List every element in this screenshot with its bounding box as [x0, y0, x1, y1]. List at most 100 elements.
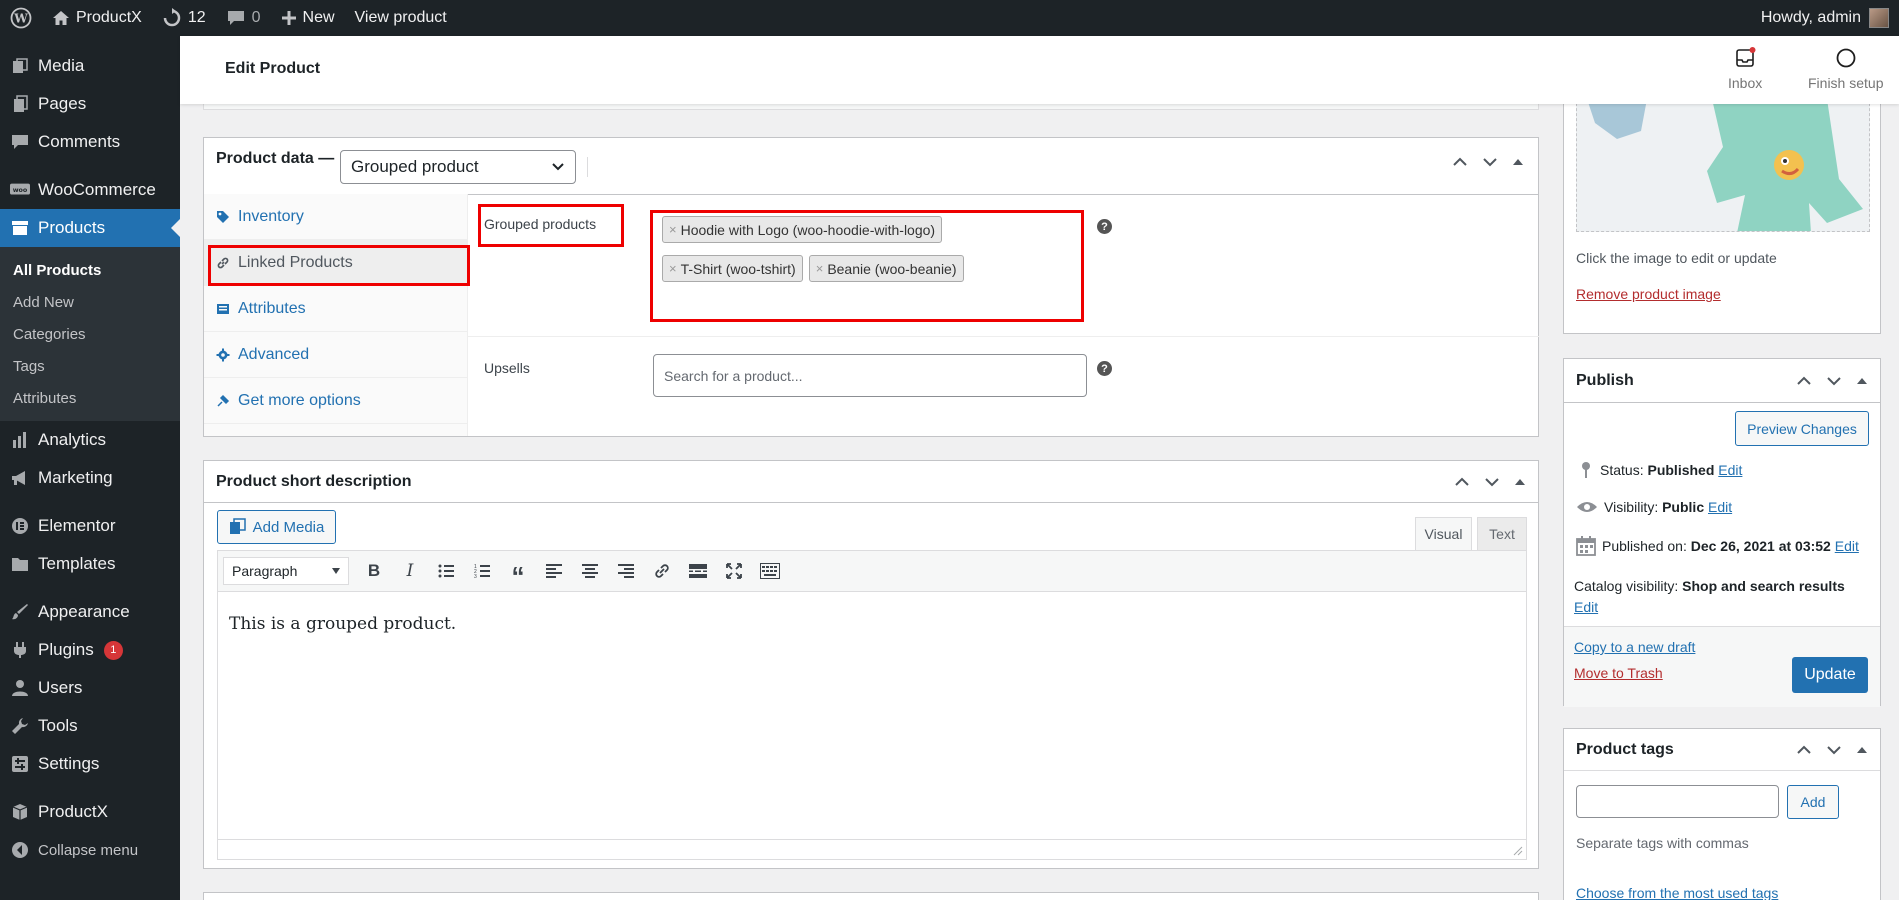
view-product-link[interactable]: View product — [345, 0, 457, 36]
move-to-trash-link[interactable]: Move to Trash — [1574, 665, 1663, 681]
remove-token-icon[interactable]: × — [669, 261, 677, 276]
tab-visual[interactable]: Visual — [1415, 517, 1472, 550]
collapse-menu-button[interactable]: Collapse menu — [0, 831, 180, 869]
insert-link-icon[interactable] — [647, 556, 677, 586]
submenu-add-new[interactable]: Add New — [0, 286, 180, 318]
edit-catalog-visibility-link[interactable]: Edit — [1574, 599, 1598, 615]
comments-link[interactable]: 0 — [216, 0, 271, 36]
menu-item-products[interactable]: Products — [0, 209, 180, 247]
toggle-panel-icon[interactable] — [1512, 156, 1524, 168]
update-button[interactable]: Update — [1792, 657, 1868, 693]
product-image[interactable] — [1576, 98, 1870, 232]
align-center-icon[interactable] — [575, 556, 605, 586]
toggle-panel-icon[interactable] — [1514, 476, 1526, 488]
submenu-tags[interactable]: Tags — [0, 350, 180, 382]
product-tags-header[interactable]: Product tags — [1564, 729, 1880, 771]
remove-product-image-link[interactable]: Remove product image — [1576, 286, 1721, 302]
menu-item-tools[interactable]: Tools — [0, 707, 180, 745]
edit-visibility-link[interactable]: Edit — [1708, 499, 1732, 515]
submenu-attributes[interactable]: Attributes — [0, 382, 180, 414]
bulleted-list-icon[interactable] — [431, 556, 461, 586]
menu-item-settings[interactable]: Settings — [0, 745, 180, 783]
menu-item-comments[interactable]: Comments — [0, 123, 180, 161]
read-more-icon[interactable] — [683, 556, 713, 586]
resize-handle-icon[interactable] — [1513, 846, 1523, 856]
submenu-all-products[interactable]: All Products — [0, 254, 180, 286]
menu-item-templates[interactable]: Templates — [0, 545, 180, 583]
remove-token-icon[interactable]: × — [816, 261, 824, 276]
inbox-button[interactable]: Inbox — [1728, 46, 1762, 91]
finish-setup-button[interactable]: Finish setup — [1808, 46, 1883, 91]
tag-input[interactable] — [1576, 785, 1779, 818]
updates-link[interactable]: 12 — [152, 0, 216, 36]
move-down-icon[interactable] — [1826, 373, 1842, 389]
choose-most-used-tags-link[interactable]: Choose from the most used tags — [1576, 885, 1778, 900]
upsells-search-input[interactable]: Search for a product... — [653, 354, 1087, 397]
align-left-icon[interactable] — [539, 556, 569, 586]
menu-item-plugins[interactable]: Plugins 1 — [0, 631, 180, 669]
menu-item-woocommerce[interactable]: woo WooCommerce — [0, 171, 180, 209]
tab-advanced[interactable]: Advanced — [204, 332, 467, 378]
menu-item-appearance[interactable]: Appearance — [0, 593, 180, 631]
edit-status-link[interactable]: Edit — [1718, 462, 1742, 478]
menu-item-users[interactable]: Users — [0, 669, 180, 707]
move-down-icon[interactable] — [1826, 742, 1842, 758]
move-up-icon[interactable] — [1452, 154, 1468, 170]
copy-to-draft-link[interactable]: Copy to a new draft — [1574, 639, 1695, 655]
add-media-button[interactable]: Add Media — [217, 510, 336, 544]
product-type-select[interactable]: Grouped product — [340, 150, 576, 184]
link-icon — [217, 257, 229, 268]
help-icon[interactable]: ? — [1097, 361, 1112, 376]
format-select[interactable]: Paragraph — [223, 557, 349, 585]
grouped-product-token[interactable]: × Hoodie with Logo (woo-hoodie-with-logo) — [662, 216, 943, 243]
edit-date-link[interactable]: Edit — [1835, 538, 1859, 554]
menu-item-analytics[interactable]: Analytics — [0, 421, 180, 459]
toolbar-toggle-icon[interactable] — [755, 556, 785, 586]
grouped-product-token[interactable]: × Beanie (woo-beanie) — [808, 255, 964, 282]
align-right-icon[interactable] — [611, 556, 641, 586]
short-description-header[interactable]: Product short description — [204, 461, 1538, 503]
menu-item-elementor[interactable]: Elementor — [0, 507, 180, 545]
admin-menu: Media Pages Comments woo WooCommerce Pro… — [0, 36, 180, 900]
move-up-icon[interactable] — [1796, 373, 1812, 389]
tab-get-more-options[interactable]: Get more options — [204, 378, 467, 424]
wp-logo-button[interactable]: W — [0, 0, 42, 36]
submenu-categories[interactable]: Categories — [0, 318, 180, 350]
marketing-icon — [10, 468, 30, 488]
my-account[interactable]: Howdy, admin — [1761, 8, 1899, 28]
move-up-icon[interactable] — [1454, 474, 1470, 490]
site-name-link[interactable]: ProductX — [42, 0, 152, 36]
grouped-products-field[interactable]: × Hoodie with Logo (woo-hoodie-with-logo)… — [656, 216, 1090, 320]
folder-icon — [10, 554, 30, 574]
menu-item-pages[interactable]: Pages — [0, 85, 180, 123]
move-down-icon[interactable] — [1482, 154, 1498, 170]
new-content-link[interactable]: New — [271, 0, 345, 36]
upsells-label: Upsells — [484, 360, 530, 376]
bold-icon[interactable]: B — [359, 556, 389, 586]
editor-statusbar — [218, 839, 1526, 859]
menu-item-productx[interactable]: ProductX — [0, 793, 180, 831]
move-up-icon[interactable] — [1796, 742, 1812, 758]
editor-content[interactable]: This is a grouped product. — [218, 592, 1526, 656]
remove-token-icon[interactable]: × — [669, 222, 677, 237]
italic-icon[interactable]: I — [395, 556, 425, 586]
blockquote-icon[interactable]: “ — [503, 556, 533, 589]
numbered-list-icon[interactable]: 123 — [467, 556, 497, 586]
help-icon[interactable]: ? — [1097, 219, 1112, 234]
menu-item-media[interactable]: Media — [0, 47, 180, 85]
add-tag-button[interactable]: Add — [1787, 785, 1839, 819]
tab-attributes[interactable]: Attributes — [204, 286, 467, 332]
product-data-label: Product data — — [216, 150, 335, 167]
move-down-icon[interactable] — [1484, 474, 1500, 490]
fullscreen-icon[interactable] — [719, 556, 749, 586]
toggle-panel-icon[interactable] — [1856, 744, 1868, 756]
tshirt-image-icon — [1577, 99, 1869, 231]
grouped-product-token[interactable]: × T-Shirt (woo-tshirt) — [662, 255, 803, 282]
tab-linked-products[interactable]: Linked Products — [204, 240, 467, 286]
menu-item-marketing[interactable]: Marketing — [0, 459, 180, 497]
tab-text[interactable]: Text — [1477, 517, 1527, 550]
publish-header[interactable]: Publish — [1564, 359, 1880, 403]
preview-changes-button[interactable]: Preview Changes — [1735, 411, 1869, 446]
tab-inventory[interactable]: Inventory — [204, 194, 467, 240]
toggle-panel-icon[interactable] — [1856, 375, 1868, 387]
